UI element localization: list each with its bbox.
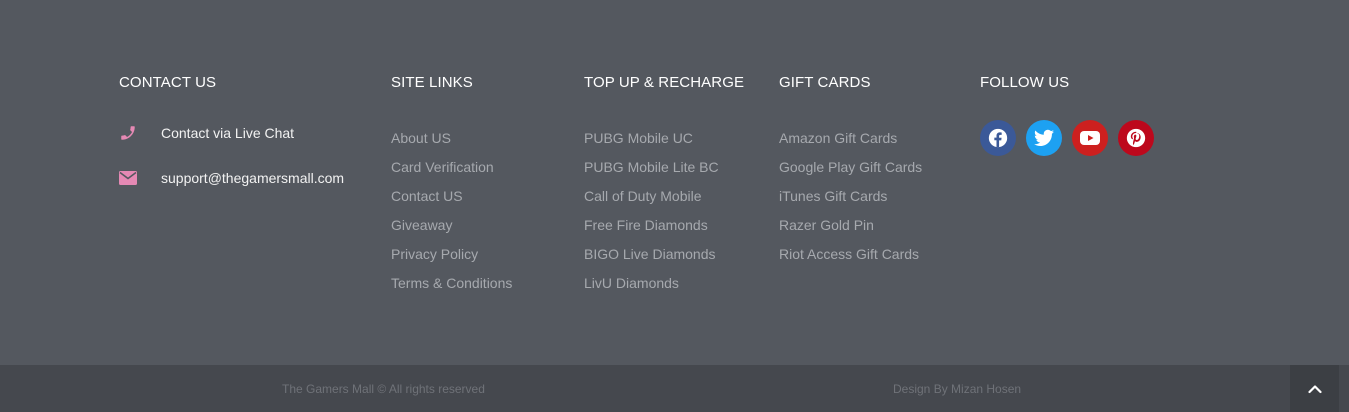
follow-column: FOLLOW US: [980, 74, 1154, 156]
site-links-heading: SITE LINKS: [391, 74, 473, 91]
site-link-about[interactable]: About US: [391, 124, 512, 153]
site-link-contact[interactable]: Contact US: [391, 182, 512, 211]
gift-link-itunes[interactable]: iTunes Gift Cards: [779, 182, 922, 211]
topup-heading: TOP UP & RECHARGE: [584, 74, 745, 91]
gift-cards-column: GIFT CARDS Amazon Gift Cards Google Play…: [779, 74, 922, 262]
gift-link-amazon[interactable]: Amazon Gift Cards: [779, 124, 922, 153]
youtube-button[interactable]: [1072, 120, 1108, 156]
support-email-label: support@thegamersmall.com: [161, 170, 345, 186]
topup-link-livu[interactable]: LivU Diamonds: [584, 269, 719, 298]
topup-link-pubg-uc[interactable]: PUBG Mobile UC: [584, 124, 719, 153]
facebook-icon: [988, 128, 1008, 148]
topup-link-free-fire[interactable]: Free Fire Diamonds: [584, 211, 719, 240]
follow-heading: FOLLOW US: [980, 74, 1070, 91]
site-link-card-verification[interactable]: Card Verification: [391, 153, 512, 182]
design-credit-text: Design By Mizan Hosen: [893, 382, 1022, 396]
topup-list: PUBG Mobile UC PUBG Mobile Lite BC Call …: [584, 124, 719, 298]
twitter-button[interactable]: [1026, 120, 1062, 156]
footer: CONTACT US Contact via Live Chat support…: [0, 0, 1349, 365]
pinterest-button[interactable]: [1118, 120, 1154, 156]
gift-link-razer-gold[interactable]: Razer Gold Pin: [779, 211, 922, 240]
gift-cards-list: Amazon Gift Cards Google Play Gift Cards…: [779, 124, 922, 269]
topup-link-bigo-live[interactable]: BIGO Live Diamonds: [584, 240, 719, 269]
bottom-bar: The Gamers Mall © All rights reserved De…: [0, 365, 1349, 412]
site-link-terms[interactable]: Terms & Conditions: [391, 269, 512, 298]
pinterest-icon: [1126, 128, 1146, 148]
facebook-button[interactable]: [980, 120, 1016, 156]
site-link-privacy-policy[interactable]: Privacy Policy: [391, 240, 512, 269]
copyright-text: The Gamers Mall © All rights reserved: [282, 382, 485, 396]
live-chat-label: Contact via Live Chat: [161, 125, 295, 141]
contact-heading: CONTACT US: [119, 74, 217, 91]
live-chat-link[interactable]: Contact via Live Chat: [119, 124, 294, 142]
chevron-up-icon: [1307, 384, 1322, 393]
topup-link-pubg-lite[interactable]: PUBG Mobile Lite BC: [584, 153, 719, 182]
gift-link-google-play[interactable]: Google Play Gift Cards: [779, 153, 922, 182]
contact-column: CONTACT US Contact via Live Chat support…: [119, 74, 344, 186]
gift-link-riot-access[interactable]: Riot Access Gift Cards: [779, 240, 922, 269]
phone-icon: [119, 124, 137, 142]
twitter-icon: [1034, 129, 1054, 146]
envelope-icon: [119, 169, 137, 187]
gift-cards-heading: GIFT CARDS: [779, 74, 871, 91]
support-email-link[interactable]: support@thegamersmall.com: [119, 169, 344, 187]
social-links: [980, 120, 1154, 156]
site-links-column: SITE LINKS About US Card Verification Co…: [391, 74, 512, 291]
topup-column: TOP UP & RECHARGE PUBG Mobile UC PUBG Mo…: [584, 74, 745, 291]
scroll-to-top-button[interactable]: [1290, 365, 1339, 412]
youtube-icon: [1080, 131, 1100, 145]
topup-link-cod-mobile[interactable]: Call of Duty Mobile: [584, 182, 719, 211]
site-link-giveaway[interactable]: Giveaway: [391, 211, 512, 240]
site-links-list: About US Card Verification Contact US Gi…: [391, 124, 512, 298]
